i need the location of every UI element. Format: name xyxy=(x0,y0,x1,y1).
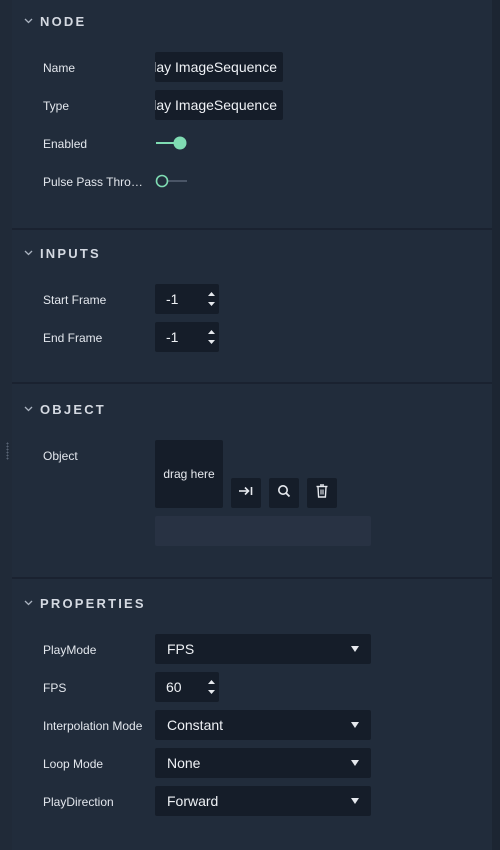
stepper-arrows[interactable] xyxy=(203,284,219,314)
panel-scroll-edge xyxy=(492,0,500,850)
delete-button[interactable] xyxy=(307,478,337,508)
start-frame-value: -1 xyxy=(166,291,179,307)
section-header-inputs[interactable]: INPUTS xyxy=(12,241,492,265)
chevron-down-icon xyxy=(207,690,215,694)
object-drop-zone[interactable]: drag here xyxy=(155,440,223,508)
name-field[interactable]: lay ImageSequence xyxy=(155,52,283,82)
section-divider xyxy=(12,228,492,230)
chevron-up-icon xyxy=(207,330,215,334)
fps-stepper[interactable]: 60 xyxy=(155,672,219,702)
fps-value: 60 xyxy=(166,679,182,695)
section-header-object[interactable]: OBJECT xyxy=(12,397,492,421)
loop-mode-value: None xyxy=(167,755,201,771)
dropdown-caret-icon xyxy=(351,722,359,728)
play-direction-label: PlayDirection xyxy=(43,795,114,809)
start-frame-stepper[interactable]: -1 xyxy=(155,284,219,314)
dropdown-caret-icon xyxy=(351,646,359,652)
fps-label: FPS xyxy=(43,681,67,695)
section-title-node: NODE xyxy=(40,13,87,29)
type-label: Type xyxy=(43,99,70,113)
assign-icon xyxy=(238,484,254,502)
section-title-object: OBJECT xyxy=(40,401,106,417)
section-header-properties[interactable]: PROPERTIES xyxy=(12,591,492,615)
chevron-down-icon xyxy=(207,302,215,306)
play-mode-label: PlayMode xyxy=(43,643,97,657)
play-mode-select[interactable]: FPS xyxy=(155,634,371,664)
interpolation-mode-value: Constant xyxy=(167,717,224,733)
resize-grip-icon[interactable] xyxy=(6,442,9,460)
pulse-pass-through-label: Pulse Pass Throu... xyxy=(43,175,143,189)
section-title-properties: PROPERTIES xyxy=(40,595,146,611)
dropdown-caret-icon xyxy=(351,760,359,766)
start-frame-label: Start Frame xyxy=(43,293,107,307)
object-label: Object xyxy=(43,449,78,463)
type-field[interactable]: lay ImageSequence xyxy=(155,90,283,120)
object-path-field[interactable] xyxy=(155,516,371,546)
enabled-label: Enabled xyxy=(43,137,88,151)
chevron-down-icon xyxy=(23,404,33,414)
interpolation-mode-label: Interpolation Mode xyxy=(43,719,143,733)
play-direction-value: Forward xyxy=(167,793,219,809)
pulse-pass-through-toggle[interactable] xyxy=(155,173,189,189)
play-direction-select[interactable]: Forward xyxy=(155,786,371,816)
chevron-down-icon xyxy=(23,248,33,258)
end-frame-stepper[interactable]: -1 xyxy=(155,322,219,352)
dropdown-caret-icon xyxy=(351,798,359,804)
chevron-down-icon xyxy=(23,598,33,608)
search-button[interactable] xyxy=(269,478,299,508)
play-mode-value: FPS xyxy=(167,641,195,657)
enabled-toggle[interactable] xyxy=(155,135,189,151)
assign-button[interactable] xyxy=(231,478,261,508)
interpolation-mode-select[interactable]: Constant xyxy=(155,710,371,740)
stepper-arrows[interactable] xyxy=(203,322,219,352)
section-divider xyxy=(12,577,492,579)
trash-icon xyxy=(316,483,328,503)
chevron-up-icon xyxy=(207,680,215,684)
name-label: Name xyxy=(43,61,76,75)
end-frame-label: End Frame xyxy=(43,331,103,345)
chevron-down-icon xyxy=(207,340,215,344)
section-title-inputs: INPUTS xyxy=(40,245,101,261)
search-icon xyxy=(277,484,291,503)
chevron-down-icon xyxy=(23,16,33,26)
loop-mode-select[interactable]: None xyxy=(155,748,371,778)
stepper-arrows[interactable] xyxy=(203,672,219,702)
section-header-node[interactable]: NODE xyxy=(12,9,492,33)
loop-mode-label: Loop Mode xyxy=(43,757,104,771)
chevron-up-icon xyxy=(207,292,215,296)
end-frame-value: -1 xyxy=(166,329,179,345)
section-divider xyxy=(12,382,492,384)
